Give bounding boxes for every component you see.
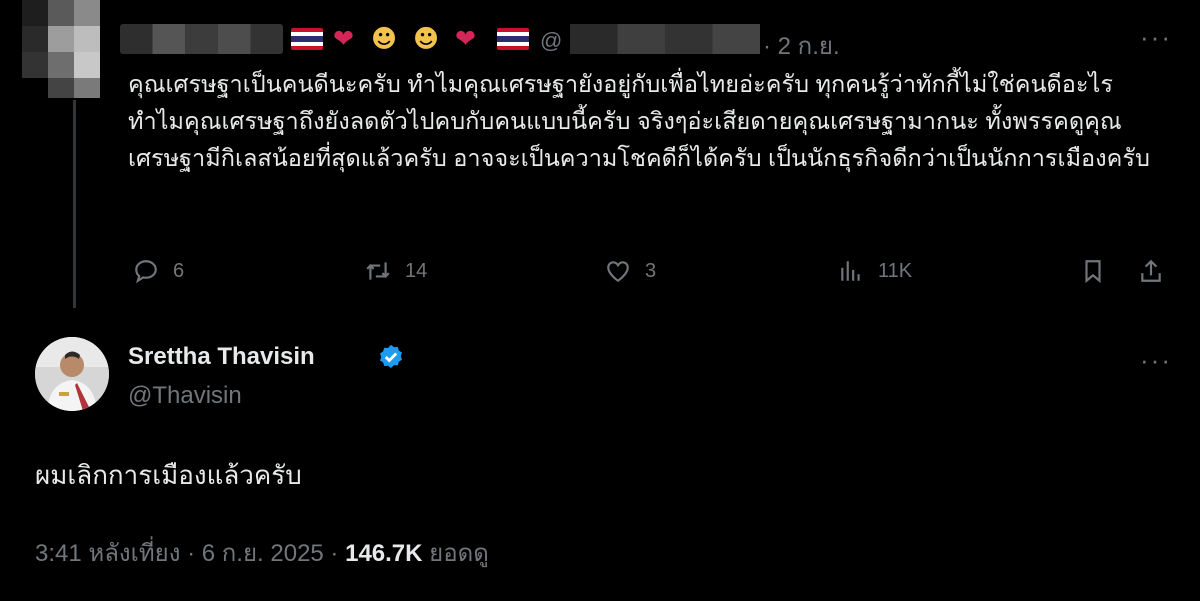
handle-at: @: [540, 28, 563, 53]
views-icon: [841, 261, 860, 281]
bookmark-icon: [1085, 260, 1101, 284]
share-button[interactable]: [1138, 256, 1164, 286]
handle[interactable]: @Thavisin: [128, 382, 242, 410]
tweet-meta: 3:41 หลังเที่ยง · 6 ก.ย. 2025 · 146.7K ย…: [35, 533, 489, 572]
main-tweet-text: ผมเลิกการเมืองแล้วครับ: [35, 460, 302, 490]
thai-flag-icon: [497, 28, 529, 50]
more-options-button[interactable]: ···: [1140, 22, 1172, 53]
thread-line: [73, 100, 76, 308]
display-name[interactable]: Srettha Thavisin: [128, 343, 315, 371]
reply-count: 6: [173, 259, 185, 282]
blurred-handle[interactable]: [570, 24, 760, 54]
like-button[interactable]: 3: [605, 256, 656, 286]
verified-badge-icon: [380, 344, 402, 368]
sparkling-heart-icon: ❤: [333, 24, 354, 53]
sparkling-heart-icon: ❤: [455, 24, 476, 53]
share-icon: [1141, 259, 1161, 282]
thai-flag-icon: [291, 28, 323, 50]
blurred-display-name[interactable]: [120, 24, 283, 54]
reply-date[interactable]: · 2 ก.ย.: [763, 26, 840, 65]
blurred-avatar[interactable]: [22, 0, 126, 98]
bookmark-button[interactable]: [1080, 256, 1106, 286]
people-emoji-icon: ☻: [413, 24, 440, 53]
like-count: 3: [645, 259, 657, 282]
reply-icon: [135, 260, 157, 284]
retweet-button[interactable]: 14: [365, 256, 427, 286]
people-emoji-icon: ☻: [371, 24, 398, 53]
view-count-main: 146.7K: [345, 540, 423, 567]
views-label: ยอดดู: [422, 540, 489, 567]
more-options-button-main[interactable]: ···: [1140, 345, 1172, 376]
like-icon: [607, 261, 629, 283]
view-count: 11K: [878, 259, 913, 282]
retweet-count: 14: [405, 259, 428, 282]
person-avatar-icon: [35, 337, 109, 411]
views-button[interactable]: 11K: [838, 256, 912, 286]
avatar[interactable]: [35, 337, 109, 411]
reply-text: คุณเศรษฐาเป็นคนดีนะครับ ทำไมคุณเศรษฐายัง…: [128, 71, 1150, 171]
timestamp[interactable]: 3:41 หลังเที่ยง · 6 ก.ย. 2025 ·: [35, 540, 345, 567]
reply-button[interactable]: 6: [133, 256, 184, 286]
retweet-icon: [366, 262, 390, 280]
